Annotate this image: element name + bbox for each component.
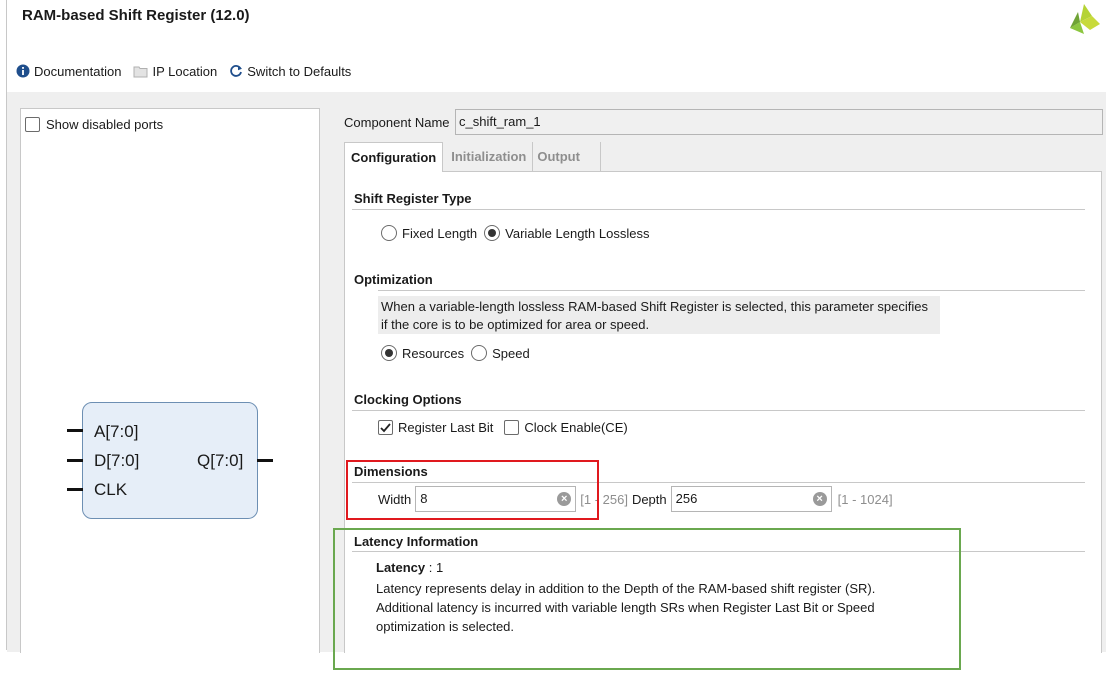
port-q-label: Q[7:0] xyxy=(197,451,244,470)
shift-register-type-title: Shift Register Type xyxy=(354,191,472,206)
port-a-pin xyxy=(67,429,83,432)
tab-output[interactable]: Output xyxy=(533,142,602,172)
fixed-length-radio[interactable] xyxy=(381,225,397,241)
clock-enable-label: Clock Enable(CE) xyxy=(524,420,628,435)
depth-input[interactable]: 256 × xyxy=(670,486,832,512)
documentation-button[interactable]: Documentation xyxy=(16,64,121,79)
documentation-label: Documentation xyxy=(34,63,122,79)
folder-icon xyxy=(133,66,148,77)
optimization-description-line-1: When a variable-length lossless RAM-base… xyxy=(381,299,928,314)
tab-initialization[interactable]: Initialization xyxy=(443,142,534,172)
depth-range: [1 - 1024] xyxy=(837,491,893,507)
ip-location-label: IP Location xyxy=(152,63,218,79)
variable-length-lossless-radio[interactable] xyxy=(484,225,501,241)
port-a-label: A[7:0] xyxy=(94,422,139,441)
switch-to-defaults-label: Switch to Defaults xyxy=(247,63,352,79)
register-last-bit-label: Register Last Bit xyxy=(398,420,494,435)
toolbar: Documentation IP Location Switch to Defa… xyxy=(16,61,357,81)
clocking-options-title: Clocking Options xyxy=(354,392,462,407)
show-disabled-ports-label: Show disabled ports xyxy=(46,117,164,132)
tab-bar: Configuration Initialization Output xyxy=(344,142,602,172)
ip-location-button[interactable]: IP Location xyxy=(133,64,217,79)
clocking-options-divider xyxy=(352,410,1085,411)
clock-enable-checkbox[interactable] xyxy=(504,420,520,435)
resources-radio[interactable] xyxy=(381,345,397,361)
checkmark-icon xyxy=(380,422,391,432)
shift-register-type-divider xyxy=(352,209,1085,210)
optimization-description: When a variable-length lossless RAM-base… xyxy=(378,296,940,334)
speed-label: Speed xyxy=(492,345,530,361)
refresh-icon xyxy=(230,65,243,77)
depth-clear-icon[interactable]: × xyxy=(812,492,827,506)
register-last-bit-checkbox[interactable] xyxy=(378,420,393,435)
port-clk-label: CLK xyxy=(94,480,128,499)
latency-highlight-box xyxy=(333,528,961,670)
speed-radio[interactable] xyxy=(471,345,488,361)
component-name-input[interactable]: c_shift_ram_1 xyxy=(455,109,1103,135)
port-d-pin xyxy=(67,459,83,462)
show-disabled-ports-checkbox[interactable] xyxy=(25,117,40,132)
info-icon xyxy=(16,64,30,78)
symbol-panel: Show disabled ports A[7:0] D[7:0] CLK Q[… xyxy=(20,108,320,653)
resources-label: Resources xyxy=(402,345,465,361)
show-disabled-ports-option[interactable]: Show disabled ports xyxy=(25,117,163,132)
port-clk-pin xyxy=(67,488,83,491)
dimensions-highlight-box xyxy=(346,460,599,520)
tab-configuration[interactable]: Configuration xyxy=(344,142,444,172)
shift-register-type-options: Fixed Length Variable Length Lossless xyxy=(381,225,649,241)
optimization-description-line-2: if the core is to be optimized for area … xyxy=(381,317,650,332)
variable-length-lossless-label: Variable Length Lossless xyxy=(505,225,650,241)
clocking-options-row: Register Last Bit Clock Enable(CE) xyxy=(378,420,628,435)
optimization-divider xyxy=(378,290,1085,291)
window-title: RAM-based Shift Register (12.0) xyxy=(22,7,250,24)
port-q-pin xyxy=(257,459,273,462)
optimization-title: Optimization xyxy=(354,272,433,287)
fixed-length-label: Fixed Length xyxy=(402,225,478,241)
component-name-label: Component Name xyxy=(344,115,450,130)
depth-label: Depth xyxy=(631,491,667,507)
depth-value: 256 xyxy=(675,491,698,506)
port-d-label: D[7:0] xyxy=(94,451,140,470)
switch-to-defaults-button[interactable]: Switch to Defaults xyxy=(229,64,351,79)
optimization-options: Resources Speed xyxy=(381,345,530,361)
vendor-logo-icon xyxy=(1070,4,1100,34)
